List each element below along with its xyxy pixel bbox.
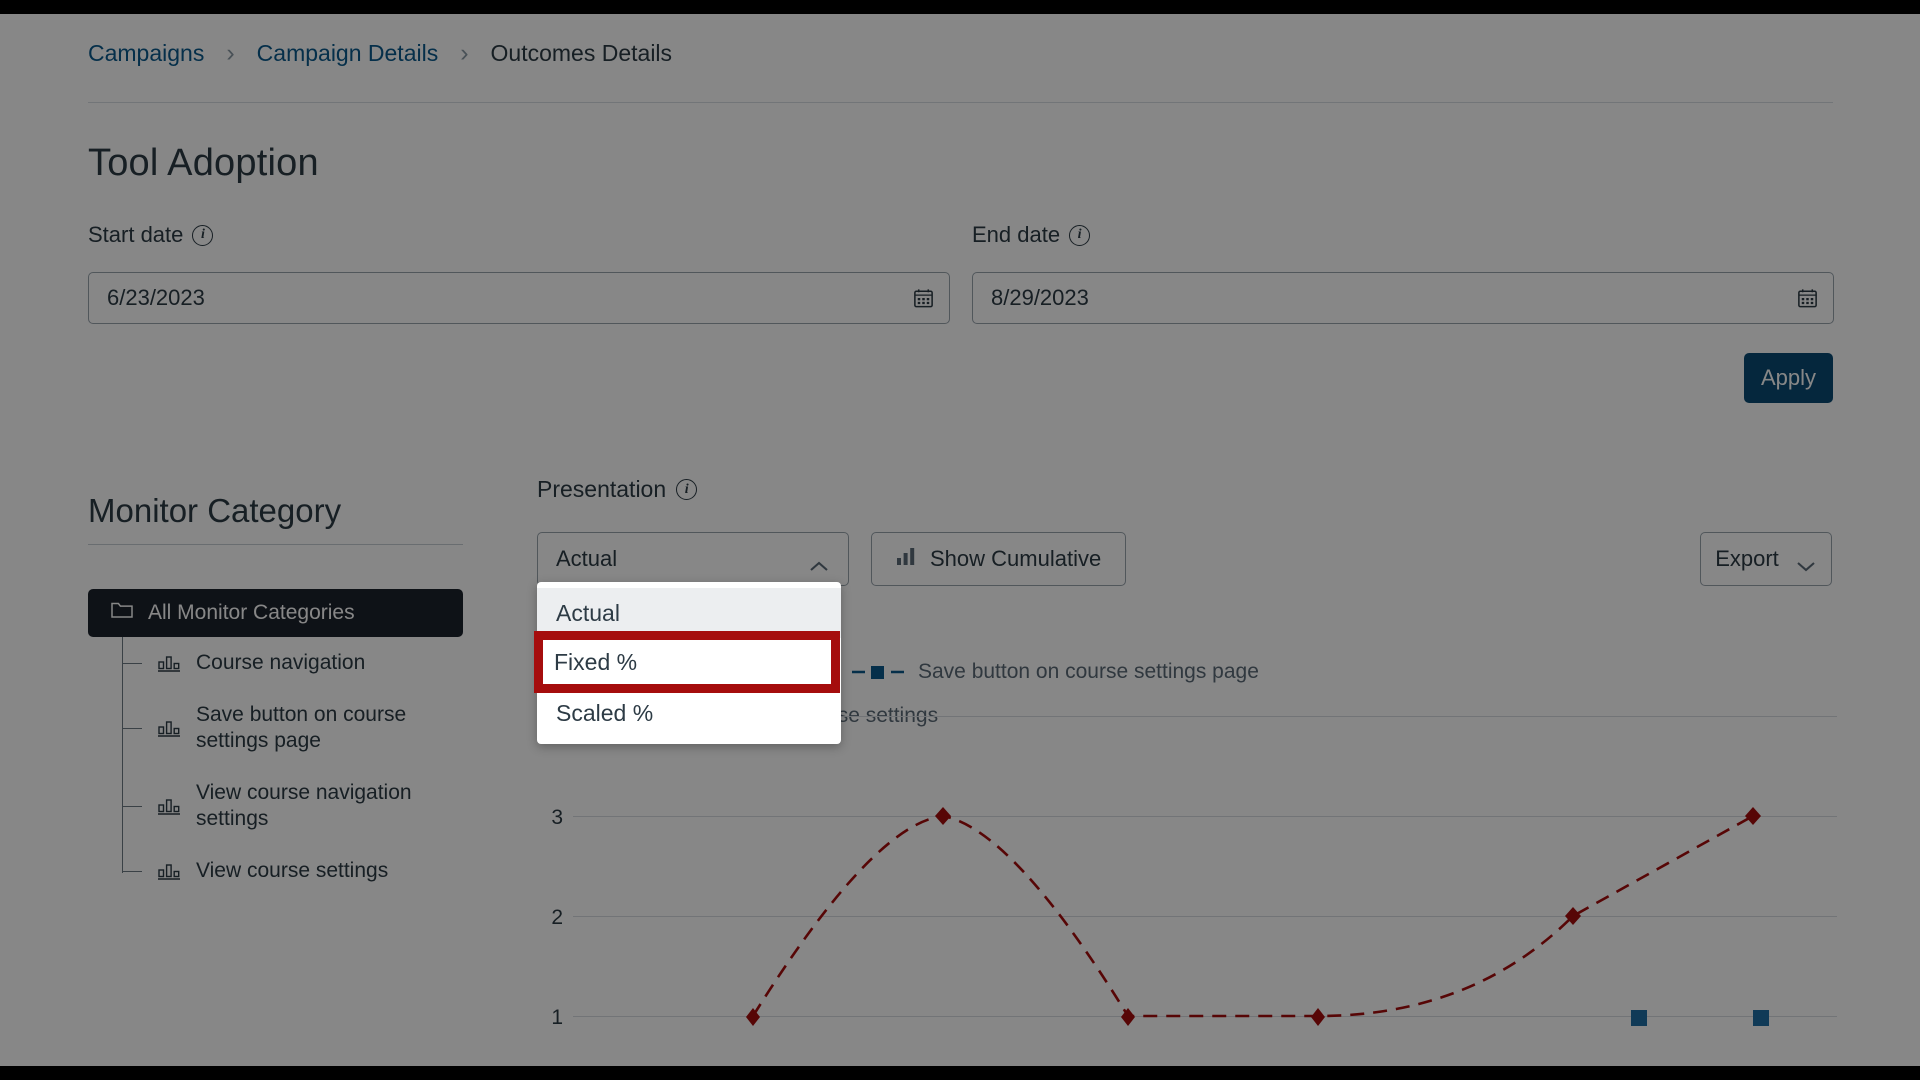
y-axis-tick: 3 <box>551 806 563 829</box>
end-date-label: End date i <box>972 222 1091 248</box>
start-date-input[interactable]: 6/23/2023 <box>88 272 950 324</box>
bar-chart-icon <box>156 795 182 817</box>
presentation-select[interactable]: Actual <box>537 532 849 586</box>
legend-marker-square-icon <box>850 663 906 681</box>
sidebar-item-save-button-on-course-settings-page[interactable]: Save button on course settings page <box>122 689 463 767</box>
sidebar-item-course-navigation[interactable]: Course navigation <box>122 637 463 689</box>
page-title: Tool Adoption <box>88 142 319 184</box>
sidebar-item-label: View course settings <box>196 859 389 883</box>
info-icon[interactable]: i <box>192 224 214 246</box>
sidebar-item-label: Save button on course settings page <box>196 703 407 753</box>
sidebar-item-label: View course navigation settings <box>196 781 412 831</box>
calendar-icon[interactable] <box>1796 286 1819 310</box>
letterbox-top <box>0 0 1920 14</box>
y-axis-tick: 1 <box>551 1006 563 1029</box>
bar-chart-icon <box>156 860 182 882</box>
start-date-value: 6/23/2023 <box>107 285 205 310</box>
folder-icon <box>110 600 134 626</box>
sidebar-item-view-course-settings[interactable]: View course settings <box>122 845 463 897</box>
start-date-label: Start date i <box>88 222 214 248</box>
y-axis-tick: 2 <box>551 906 563 929</box>
export-button-label: Export <box>1715 546 1779 571</box>
sidebar-item-label: Course navigation <box>196 651 366 674</box>
presentation-select-value: Actual <box>556 546 618 571</box>
chevron-down-icon <box>1795 553 1817 571</box>
series-markers-course-navigation <box>746 807 1761 1026</box>
monitor-category-sidebar: Monitor Category All Monitor Categories <box>88 492 463 897</box>
presentation-label-text: Presentation <box>537 476 667 502</box>
bar-chart-icon <box>156 652 182 674</box>
sidebar-title: Monitor Category <box>88 492 342 529</box>
breadcrumb-separator-icon: › <box>460 39 469 67</box>
app-page: Campaigns › Campaign Details › Outcomes … <box>0 14 1920 1066</box>
end-date-value: 8/29/2023 <box>991 285 1089 310</box>
info-icon[interactable]: i <box>1069 224 1091 246</box>
show-cumulative-button[interactable]: Show Cumulative <box>871 532 1127 586</box>
screen: Campaigns › Campaign Details › Outcomes … <box>0 0 1920 1080</box>
sidebar-item-all-monitor-categories[interactable]: All Monitor Categories <box>88 589 463 637</box>
breadcrumb: Campaigns › Campaign Details › Outcomes … <box>88 40 672 67</box>
dropdown-option-scaled-percent[interactable]: Scaled % <box>537 688 841 738</box>
end-date-label-text: End date <box>972 222 1061 247</box>
highlight-box-fixed-percent[interactable]: Fixed % <box>534 631 840 693</box>
show-cumulative-label: Show Cumulative <box>930 546 1102 571</box>
sidebar-divider <box>88 544 463 545</box>
legend-label: Save button on course settings page <box>918 660 1259 683</box>
chevron-up-icon <box>808 553 830 571</box>
calendar-icon[interactable] <box>912 286 935 310</box>
breadcrumb-separator-icon: › <box>226 39 235 67</box>
sidebar-item-view-course-navigation-settings[interactable]: View course navigation settings <box>122 767 463 845</box>
breadcrumb-item-outcomes-details: Outcomes Details <box>490 40 673 66</box>
legend-item-save-button-on-course-settings-page[interactable]: Save button on course settings page <box>850 660 1259 684</box>
series-markers-save-button <box>1631 1010 1769 1026</box>
series-line-course-navigation <box>751 814 1754 1018</box>
category-tree: Course navigation Save button on course … <box>122 637 463 897</box>
bar-chart-icon <box>156 717 182 739</box>
breadcrumb-item-campaigns[interactable]: Campaigns <box>88 40 204 67</box>
letterbox-bottom <box>0 1066 1920 1080</box>
info-icon[interactable]: i <box>676 479 698 500</box>
apply-button[interactable]: Apply <box>1744 353 1833 403</box>
export-button[interactable]: Export <box>1700 532 1832 586</box>
presentation-label: Presentation i <box>537 476 698 503</box>
start-date-label-text: Start date <box>88 222 184 247</box>
outcomes-line-chart[interactable]: 4 3 2 1 <box>537 706 1837 1066</box>
bar-chart-icon <box>896 546 916 572</box>
sidebar-selected-label: All Monitor Categories <box>148 601 355 624</box>
end-date-input[interactable]: 8/29/2023 <box>972 272 1834 324</box>
chart-plot-area <box>746 807 1769 1026</box>
header-divider <box>88 102 1833 103</box>
breadcrumb-item-campaign-details[interactable]: Campaign Details <box>257 40 439 67</box>
